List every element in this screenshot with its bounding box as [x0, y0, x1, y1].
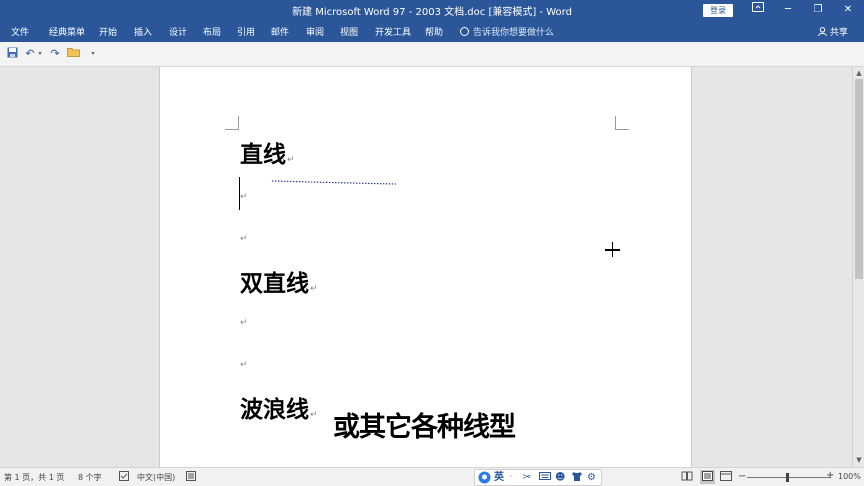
- heading-text: 双直线: [240, 271, 309, 297]
- tab-references[interactable]: 引用: [237, 25, 255, 38]
- search-icon: [460, 27, 469, 36]
- gear-icon[interactable]: ⚙: [587, 471, 596, 485]
- crosshair-cursor-icon: [611, 242, 613, 257]
- menu-bar: 文件 经典菜单 开始 插入 设计 布局 引用 邮件 审阅 视图 开发工具 帮助 …: [0, 21, 864, 42]
- scissors-icon[interactable]: ✂: [523, 471, 531, 485]
- undo-dropdown-icon[interactable]: ▾: [37, 47, 43, 61]
- heading-wave-line: 波浪线↵: [240, 390, 318, 424]
- ime-separator: ·: [509, 472, 513, 483]
- minimize-button[interactable]: ─: [773, 0, 803, 21]
- window-title: 新建 Microsoft Word 97 - 2003 文档.doc [兼容模式…: [292, 7, 572, 18]
- user-icon[interactable]: ☻: [555, 471, 565, 485]
- zoom-slider-thumb[interactable]: [786, 473, 789, 482]
- heading-double-line: 双直线↵: [240, 264, 318, 298]
- vertical-scrollbar[interactable]: ▲ ▼: [852, 67, 864, 467]
- keyboard-icon[interactable]: [539, 471, 551, 486]
- paragraph-mark: ↵: [240, 192, 248, 202]
- zoom-level[interactable]: 100%: [838, 472, 861, 481]
- margin-corner-mark: [615, 116, 629, 130]
- zoom-out-button[interactable]: −: [738, 471, 746, 482]
- tab-help[interactable]: 帮助: [425, 25, 443, 38]
- tab-file[interactable]: 文件: [11, 25, 29, 38]
- zoom-slider[interactable]: [747, 477, 831, 478]
- zoom-in-button[interactable]: +: [826, 470, 834, 481]
- page-count[interactable]: 第 1 页，共 1 页: [4, 472, 64, 483]
- paragraph-mark: ↵: [240, 234, 248, 244]
- paragraph-mark: ↵: [310, 284, 318, 294]
- paragraph-mark: ↵: [310, 410, 318, 420]
- tab-review[interactable]: 审阅: [306, 25, 324, 38]
- heading-text: 直线: [240, 142, 286, 168]
- print-layout-icon[interactable]: [700, 470, 715, 484]
- paragraph-mark: ↵: [240, 360, 248, 370]
- word-count[interactable]: 8 个字: [78, 472, 102, 483]
- heading-text: 波浪线: [240, 397, 309, 423]
- tab-classic-menu[interactable]: 经典菜单: [49, 25, 85, 38]
- ime-logo-icon[interactable]: [478, 471, 491, 486]
- ime-language-toggle[interactable]: 英: [494, 471, 504, 485]
- paragraph-mark: ↵: [240, 318, 248, 328]
- ime-toolbar[interactable]: 英 · ✂ ☻ ⚙: [474, 469, 602, 486]
- ribbon-display-options-icon[interactable]: [743, 0, 773, 21]
- status-bar: 第 1 页，共 1 页 8 个字 中文(中国) 英 · ✂ ☻ ⚙ − + 10…: [0, 467, 864, 486]
- web-layout-icon[interactable]: [720, 471, 732, 483]
- tab-view[interactable]: 视图: [340, 25, 358, 38]
- drawn-dotted-line[interactable]: [270, 177, 400, 189]
- skin-shirt-icon[interactable]: [571, 471, 583, 486]
- heading-straight-line: 直线↵: [240, 135, 295, 169]
- login-button[interactable]: 登录: [703, 4, 733, 17]
- person-icon: [818, 27, 827, 37]
- undo-icon[interactable]: ↶: [24, 47, 36, 61]
- proofing-icon[interactable]: [119, 471, 129, 483]
- tab-insert[interactable]: 插入: [134, 25, 152, 38]
- tab-home[interactable]: 开始: [99, 25, 117, 38]
- tell-me-placeholder: 告诉我你想要做什么: [473, 28, 555, 38]
- customize-icon[interactable]: ▾: [89, 47, 97, 61]
- tab-layout[interactable]: 布局: [203, 25, 221, 38]
- language[interactable]: 中文(中国): [137, 472, 175, 483]
- close-button[interactable]: ✕: [833, 0, 863, 21]
- quick-access-toolbar: ↶ ▾ ↷ ▾: [0, 42, 864, 67]
- redo-icon[interactable]: ↷: [49, 47, 61, 61]
- scrollbar-thumb[interactable]: [855, 79, 863, 279]
- share-button[interactable]: 共享: [818, 25, 848, 38]
- paragraph-mark: ↵: [287, 155, 295, 165]
- margin-corner-mark: [225, 116, 239, 130]
- scroll-up-icon[interactable]: ▲: [855, 69, 863, 77]
- tell-me-search[interactable]: 告诉我你想要做什么: [460, 25, 554, 38]
- video-subtitle: 或其它各种线型: [333, 412, 516, 443]
- folder-icon[interactable]: [66, 47, 80, 61]
- restore-button[interactable]: ❐: [803, 0, 833, 21]
- tab-developer[interactable]: 开发工具: [375, 25, 411, 38]
- scroll-down-icon[interactable]: ▼: [855, 456, 863, 464]
- save-icon[interactable]: [6, 47, 18, 61]
- title-bar: 新建 Microsoft Word 97 - 2003 文档.doc [兼容模式…: [0, 0, 864, 21]
- share-label: 共享: [829, 28, 848, 38]
- tab-mailings[interactable]: 邮件: [271, 25, 289, 38]
- macro-record-icon[interactable]: [186, 471, 196, 483]
- read-mode-icon[interactable]: [681, 471, 693, 483]
- tab-design[interactable]: 设计: [169, 25, 187, 38]
